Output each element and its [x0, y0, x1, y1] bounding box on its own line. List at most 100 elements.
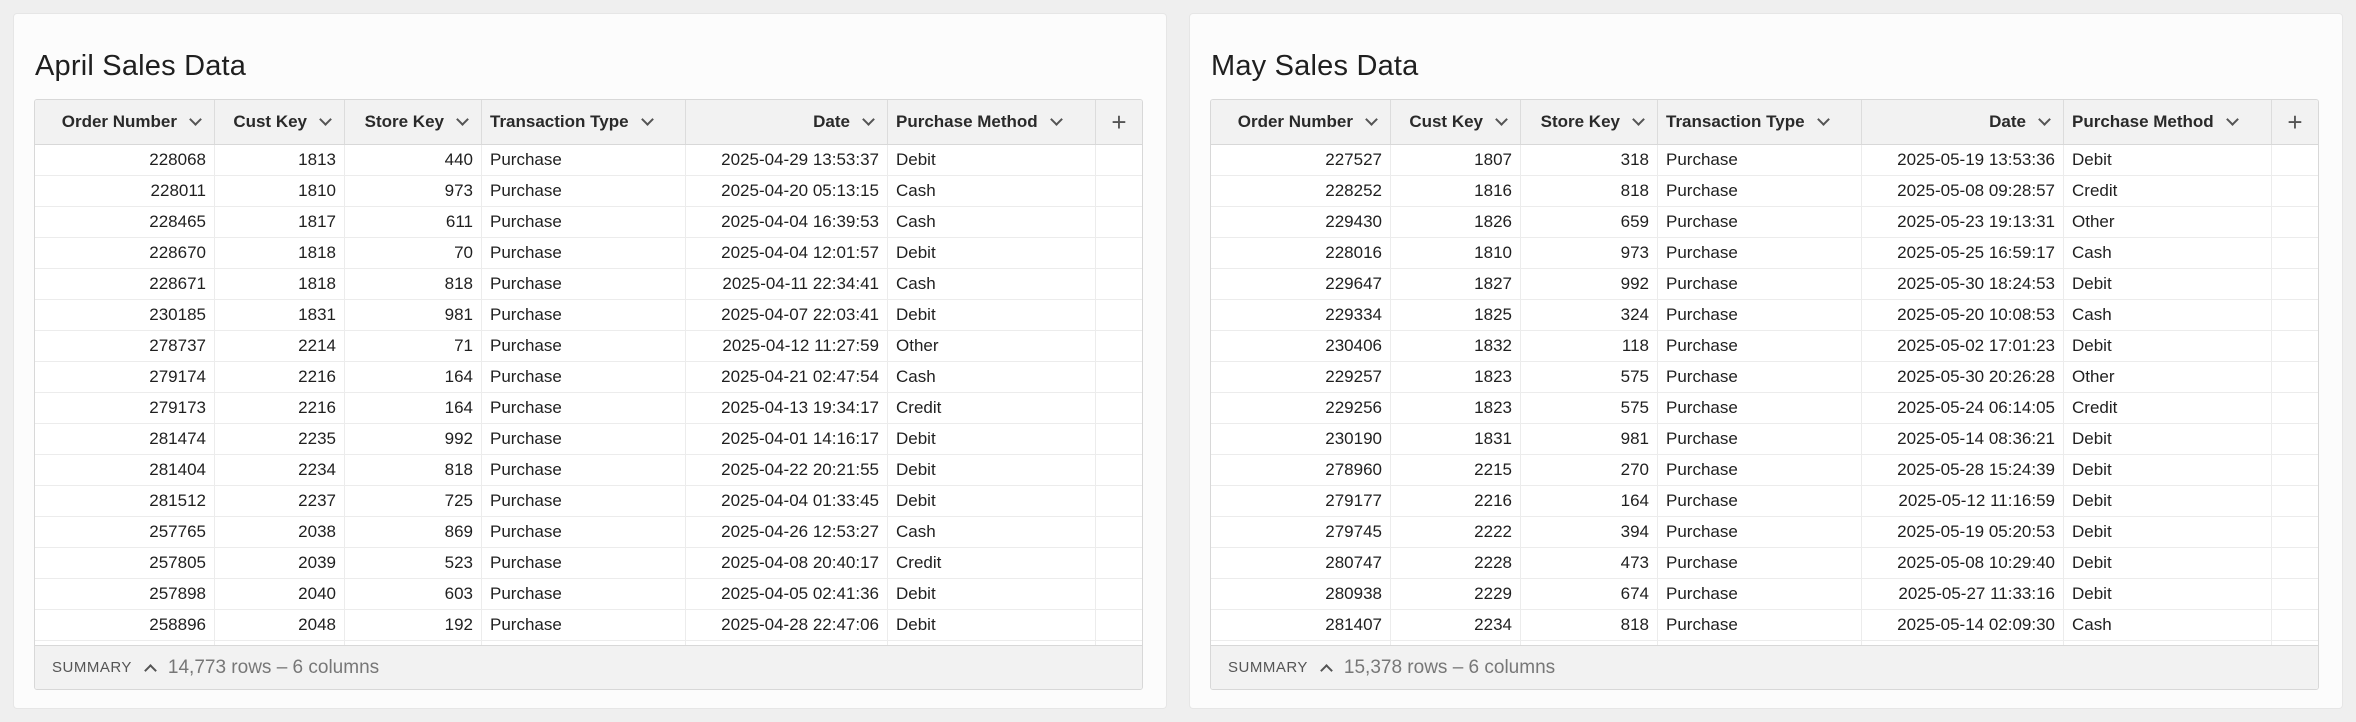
- table-cell[interactable]: 1823: [1391, 362, 1521, 392]
- table-cell[interactable]: 981: [345, 300, 482, 330]
- table-cell[interactable]: 473: [1521, 548, 1658, 578]
- table-cell[interactable]: 1825: [1391, 300, 1521, 330]
- table-cell[interactable]: Cash: [888, 362, 1096, 392]
- table-cell[interactable]: 257898: [35, 579, 215, 609]
- table-cell[interactable]: Debit: [888, 145, 1096, 175]
- table-cell[interactable]: Purchase: [482, 393, 686, 423]
- chevron-down-icon[interactable]: [1365, 113, 1378, 126]
- table-cell[interactable]: Debit: [888, 238, 1096, 268]
- table-cell[interactable]: 2025-05-25 16:59:17: [1862, 238, 2064, 268]
- table-cell[interactable]: Debit: [888, 300, 1096, 330]
- table-cell[interactable]: 725: [345, 486, 482, 516]
- table-row[interactable]: 257805 2039 523 Purchase 2025-04-08 20:40:17…: [35, 548, 1142, 579]
- table-cell[interactable]: 324: [1521, 300, 1658, 330]
- table-cell[interactable]: 523: [345, 548, 482, 578]
- table-cell[interactable]: 2025-04-05 02:41:36: [686, 579, 888, 609]
- table-cell[interactable]: 2039: [215, 548, 345, 578]
- column-header-order-number[interactable]: Order Number: [35, 100, 215, 144]
- table-cell[interactable]: 440: [345, 145, 482, 175]
- table-cell[interactable]: Purchase: [482, 424, 686, 454]
- table-row[interactable]: 281512 2237 725 Purchase 2025-04-04 01:33:45…: [35, 486, 1142, 517]
- add-column-button[interactable]: +: [2272, 100, 2318, 144]
- table-cell[interactable]: 1832: [1391, 331, 1521, 361]
- table-cell[interactable]: 2234: [215, 455, 345, 485]
- table-cell[interactable]: 2025-05-19 13:53:36: [1862, 145, 2064, 175]
- table-row[interactable]: 228011 1810 973 Purchase 2025-04-20 05:13:15…: [35, 176, 1142, 207]
- table-cell[interactable]: Debit: [888, 455, 1096, 485]
- table-cell[interactable]: 118: [1521, 331, 1658, 361]
- table-cell[interactable]: 2025-04-26 12:53:27: [686, 517, 888, 547]
- table-cell[interactable]: 2025-04-08 20:40:17: [686, 548, 888, 578]
- table-cell[interactable]: 2235: [215, 424, 345, 454]
- table-cell[interactable]: Purchase: [482, 269, 686, 299]
- table-cell[interactable]: 2025-05-02 17:01:23: [1862, 331, 2064, 361]
- table-cell[interactable]: 973: [345, 176, 482, 206]
- table-cell[interactable]: Purchase: [482, 455, 686, 485]
- table-row[interactable]: 227527 1807 318 Purchase 2025-05-19 13:53:36…: [1211, 145, 2318, 176]
- table-row[interactable]: 281474 2235 992 Purchase 2025-04-01 14:16:17…: [35, 424, 1142, 455]
- table-cell[interactable]: Debit: [2064, 331, 2272, 361]
- table-row[interactable]: 229430 1826 659 Purchase 2025-05-23 19:13:31…: [1211, 207, 2318, 238]
- add-column-button[interactable]: +: [1096, 100, 1142, 144]
- table-cell[interactable]: 279173: [35, 393, 215, 423]
- table-row[interactable]: 228016 1810 973 Purchase 2025-05-25 16:59:17…: [1211, 238, 2318, 269]
- table-cell[interactable]: Purchase: [1658, 238, 1862, 268]
- table-cell[interactable]: Debit: [2064, 486, 2272, 516]
- table-cell[interactable]: 281474: [35, 424, 215, 454]
- table-cell[interactable]: 2234: [1391, 610, 1521, 640]
- table-cell[interactable]: 2025-05-12 11:16:59: [1862, 486, 2064, 516]
- table-cell[interactable]: Other: [2064, 207, 2272, 237]
- table-cell[interactable]: Credit: [2064, 393, 2272, 423]
- table-cell[interactable]: 228068: [35, 145, 215, 175]
- chevron-down-icon[interactable]: [2038, 113, 2051, 126]
- table-cell[interactable]: 229647: [1211, 269, 1391, 299]
- table-cell[interactable]: 2229: [1391, 579, 1521, 609]
- table-cell[interactable]: 2025-04-13 19:34:17: [686, 393, 888, 423]
- table-cell[interactable]: 1827: [1391, 269, 1521, 299]
- table-cell[interactable]: Cash: [888, 269, 1096, 299]
- table-cell[interactable]: 2025-04-07 22:03:41: [686, 300, 888, 330]
- table-cell[interactable]: 229256: [1211, 393, 1391, 423]
- table-row[interactable]: 279174 2216 164 Purchase 2025-04-21 02:47:54…: [35, 362, 1142, 393]
- table-cell[interactable]: Credit: [2064, 176, 2272, 206]
- table-cell[interactable]: 164: [1521, 486, 1658, 516]
- column-header-date[interactable]: Date: [1862, 100, 2064, 144]
- table-row[interactable]: 228252 1816 818 Purchase 2025-05-08 09:28:57…: [1211, 176, 2318, 207]
- table-cell[interactable]: 818: [345, 269, 482, 299]
- table-cell[interactable]: Purchase: [482, 486, 686, 516]
- table-cell[interactable]: 2025-05-23 19:13:31: [1862, 207, 2064, 237]
- table-cell[interactable]: 257805: [35, 548, 215, 578]
- table-cell[interactable]: 227527: [1211, 145, 1391, 175]
- table-cell[interactable]: 2025-05-27 11:33:16: [1862, 579, 2064, 609]
- column-header-store-key[interactable]: Store Key: [345, 100, 482, 144]
- table-cell[interactable]: Debit: [2064, 517, 2272, 547]
- table-cell[interactable]: 2228: [1391, 548, 1521, 578]
- table-cell[interactable]: 2216: [215, 393, 345, 423]
- table-cell[interactable]: 603: [345, 579, 482, 609]
- table-row[interactable]: 228671 1818 818 Purchase 2025-04-11 22:34:41…: [35, 269, 1142, 300]
- table-row[interactable]: 228670 1818 70 Purchase 2025-04-04 12:01:57 D…: [35, 238, 1142, 269]
- table-row[interactable]: 278737 2214 71 Purchase 2025-04-12 11:27:59 O…: [35, 331, 1142, 362]
- table-cell[interactable]: 228671: [35, 269, 215, 299]
- table-cell[interactable]: Credit: [888, 548, 1096, 578]
- summary-bar[interactable]: SUMMARY 14,773 rows – 6 columns: [35, 645, 1142, 689]
- table-cell[interactable]: 2025-04-01 14:16:17: [686, 424, 888, 454]
- table-cell[interactable]: Debit: [888, 424, 1096, 454]
- table-cell[interactable]: 2214: [215, 331, 345, 361]
- table-cell[interactable]: 1807: [1391, 145, 1521, 175]
- table-cell[interactable]: 229430: [1211, 207, 1391, 237]
- table-cell[interactable]: 1810: [215, 176, 345, 206]
- table-cell[interactable]: 674: [1521, 579, 1658, 609]
- table-row[interactable]: 230185 1831 981 Purchase 2025-04-07 22:03:41…: [35, 300, 1142, 331]
- table-cell[interactable]: 71: [345, 331, 482, 361]
- table-cell[interactable]: Cash: [888, 207, 1096, 237]
- chevron-down-icon[interactable]: [1049, 113, 1063, 126]
- table-cell[interactable]: 2216: [1391, 486, 1521, 516]
- table-cell[interactable]: 2215: [1391, 455, 1521, 485]
- table-cell[interactable]: Purchase: [482, 548, 686, 578]
- table-cell[interactable]: Purchase: [1658, 424, 1862, 454]
- table-cell[interactable]: Debit: [2064, 424, 2272, 454]
- chevron-down-icon[interactable]: [1816, 113, 1830, 126]
- table-cell[interactable]: 2216: [215, 362, 345, 392]
- table-cell[interactable]: Debit: [2064, 269, 2272, 299]
